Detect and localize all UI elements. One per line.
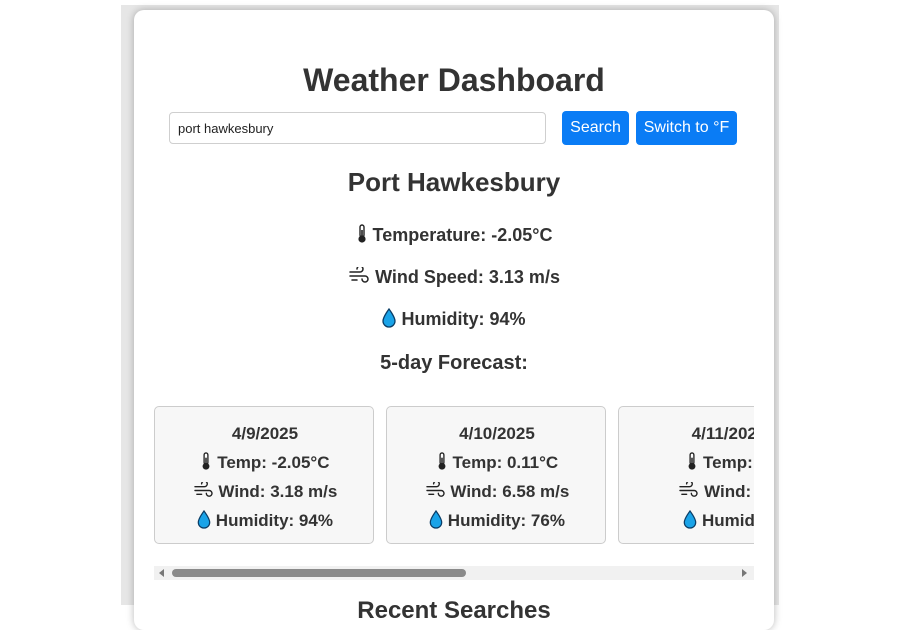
droplet-icon xyxy=(429,510,443,529)
current-wind-text: Wind Speed: 3.13 m/s xyxy=(375,267,560,287)
forecast-date: 4/9/2025 xyxy=(231,424,299,443)
thermometer-icon xyxy=(686,452,698,471)
city-search-input[interactable] xyxy=(169,112,546,144)
forecast-humidity: Humidity xyxy=(619,510,754,532)
thermometer-icon xyxy=(356,224,368,244)
forecast-date: 4/10/2025 xyxy=(459,424,535,443)
search-button[interactable]: Search xyxy=(562,111,629,145)
forecast-temp-text: Temp: 1. xyxy=(703,453,754,472)
droplet-icon xyxy=(683,510,697,529)
forecast-temp: Temp: 0.11°C xyxy=(387,452,607,474)
city-name: Port Hawkesbury xyxy=(347,167,561,197)
scroll-right-arrow-icon[interactable] xyxy=(742,569,747,577)
thermometer-icon xyxy=(436,452,448,471)
wind-icon xyxy=(425,482,446,499)
forecast-heading: 5-day Forecast: xyxy=(380,352,528,374)
wind-icon xyxy=(678,482,699,499)
forecast-wind-text: Wind: 0.8 xyxy=(704,482,754,501)
scroll-left-arrow-icon[interactable] xyxy=(159,569,164,577)
forecast-humidity: Humidity: 76% xyxy=(387,510,607,532)
recent-searches-heading: Recent Searches xyxy=(357,597,551,624)
forecast-humidity-text: Humidity: 94% xyxy=(215,511,333,530)
forecast-humidity: Humidity: 94% xyxy=(155,510,375,532)
horizontal-scrollbar[interactable] xyxy=(154,566,754,580)
current-temperature-text: Temperature: -2.05°C xyxy=(372,225,553,245)
forecast-temp: Temp: -2.05°C xyxy=(155,452,375,474)
current-humidity-text: Humidity: 94% xyxy=(401,309,526,329)
forecast-wind: Wind: 0.8 xyxy=(619,481,754,503)
forecast-card: 4/10/2025 Temp: 0.11°C Wind: 6.58 m/s Hu… xyxy=(386,406,606,544)
current-temperature: Temperature: -2.05°C xyxy=(134,223,774,247)
forecast-humidity-text: Humidity xyxy=(702,511,754,530)
scrollbar-thumb[interactable] xyxy=(172,569,466,577)
droplet-icon xyxy=(382,308,397,328)
unit-toggle-button[interactable]: Switch to °F xyxy=(636,111,737,145)
forecast-card: 4/9/2025 Temp: -2.05°C Wind: 3.18 m/s Hu… xyxy=(154,406,374,544)
dashboard-card: Weather Dashboard Search Switch to °F Po… xyxy=(134,10,774,630)
forecast-wind-text: Wind: 6.58 m/s xyxy=(450,482,570,501)
wind-icon xyxy=(193,482,214,499)
thermometer-icon xyxy=(200,452,212,471)
forecast-temp-text: Temp: 0.11°C xyxy=(452,453,559,472)
forecast-temp-text: Temp: -2.05°C xyxy=(217,453,330,472)
wind-icon xyxy=(348,267,370,285)
forecast-card: 4/11/2025 Temp: 1. Wind: 0.8 Humidity xyxy=(618,406,754,544)
current-wind: Wind Speed: 3.13 m/s xyxy=(134,265,774,289)
forecast-wind-text: Wind: 3.18 m/s xyxy=(218,482,338,501)
forecast-scroll-area[interactable]: 4/9/2025 Temp: -2.05°C Wind: 3.18 m/s Hu… xyxy=(154,404,754,560)
forecast-wind: Wind: 3.18 m/s xyxy=(155,481,375,503)
page-title: Weather Dashboard xyxy=(303,62,605,98)
forecast-wind: Wind: 6.58 m/s xyxy=(387,481,607,503)
current-humidity: Humidity: 94% xyxy=(134,307,774,331)
forecast-humidity-text: Humidity: 76% xyxy=(447,511,565,530)
forecast-date: 4/11/2025 xyxy=(691,424,754,443)
droplet-icon xyxy=(197,510,211,529)
forecast-temp: Temp: 1. xyxy=(619,452,754,474)
